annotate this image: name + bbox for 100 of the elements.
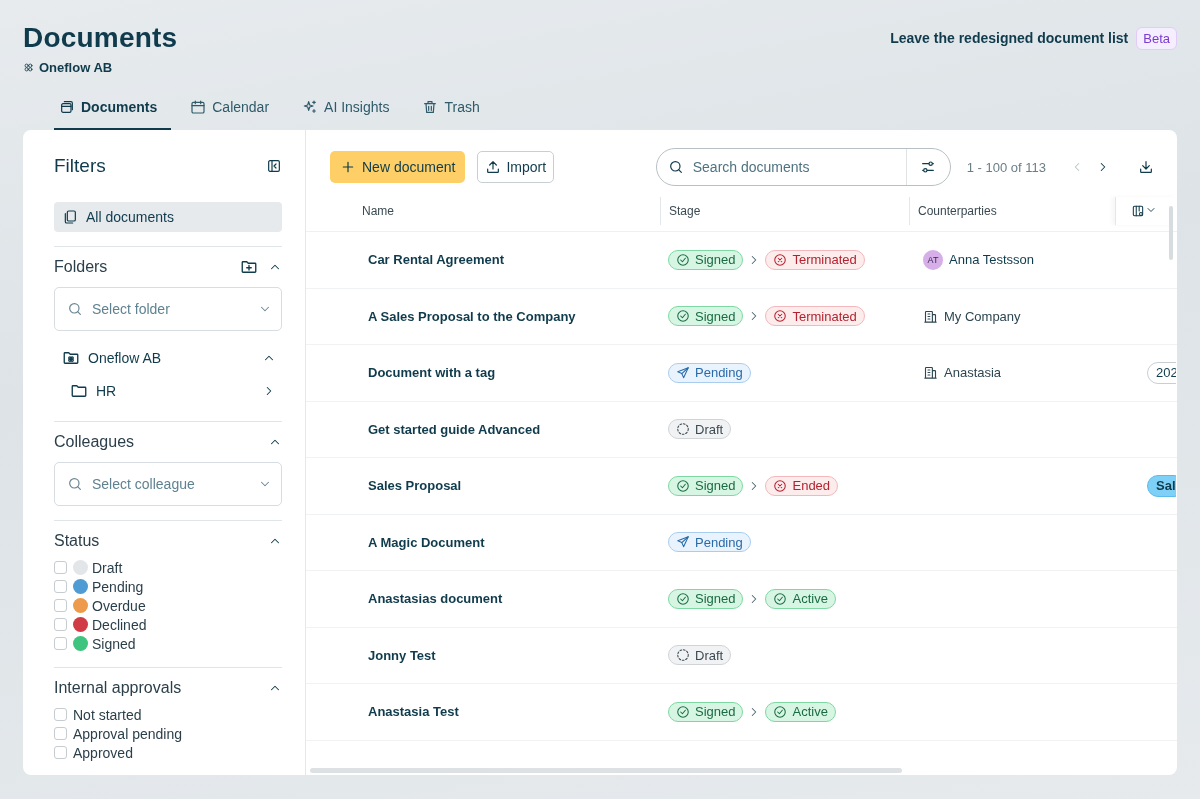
stage-pill: Signed xyxy=(668,249,744,270)
tab[interactable]: AI Insights xyxy=(297,86,404,130)
building-icon xyxy=(923,308,938,324)
stage-pill: Pending xyxy=(668,532,751,553)
add-folder-button[interactable] xyxy=(240,258,258,276)
upload-icon xyxy=(485,159,502,175)
column-header: Name xyxy=(362,204,394,218)
page-title: Documents xyxy=(23,22,178,54)
document-name[interactable]: Car Rental Agreement xyxy=(306,252,660,268)
new-document-button[interactable]: New document xyxy=(330,151,466,183)
checkbox[interactable] xyxy=(54,618,67,631)
leave-redesign-link[interactable]: Leave the redesigned document list xyxy=(890,30,1129,46)
counterparty-name: Anna Testsson xyxy=(949,252,1035,268)
checkbox-label: Overdue xyxy=(92,597,146,614)
column-header: Counterparties xyxy=(918,204,997,218)
counterparty-name: Anastasia xyxy=(944,365,1002,381)
document-name[interactable]: Jonny Test xyxy=(306,647,660,663)
import-button[interactable]: Import xyxy=(477,151,555,183)
document-name[interactable]: A Sales Proposal to the Company xyxy=(306,308,660,324)
document-name[interactable]: Anastasia Test xyxy=(306,704,660,720)
stage-pill: Terminated xyxy=(765,306,865,327)
stage-pill: Signed xyxy=(668,701,744,722)
filter-sliders-icon xyxy=(920,159,937,175)
checkbox-label: Declined xyxy=(92,616,147,633)
filters-title: Filters xyxy=(54,155,106,177)
stage-pill: Active xyxy=(765,588,836,609)
stage-pill: Ended xyxy=(765,475,839,496)
checkbox[interactable] xyxy=(54,727,67,740)
checkbox[interactable] xyxy=(54,708,67,721)
check-circle-icon xyxy=(676,591,690,606)
check-circle-icon xyxy=(773,591,788,606)
checkbox-label: Draft xyxy=(92,559,123,576)
workspace-icon xyxy=(23,62,34,73)
plus-icon xyxy=(340,159,356,175)
search-icon xyxy=(67,301,83,317)
x-circle-icon xyxy=(773,252,788,267)
stage-pill: Signed xyxy=(668,475,744,496)
document-name[interactable]: Anastasias document xyxy=(306,591,660,607)
check-circle-icon xyxy=(676,704,690,719)
column-header: Stage xyxy=(669,204,701,218)
check-circle-icon xyxy=(676,309,690,324)
document-name[interactable]: Document with a tag xyxy=(306,365,660,381)
checkbox[interactable] xyxy=(54,561,67,574)
stage-pill: Active xyxy=(765,701,836,722)
stage-pill: Draft xyxy=(668,419,732,440)
column-picker-button[interactable] xyxy=(1131,204,1157,218)
dashed-circle-icon xyxy=(676,422,690,437)
section-title: Status xyxy=(54,532,100,550)
download-button[interactable] xyxy=(1138,159,1154,175)
calendar-icon xyxy=(190,99,207,115)
all-documents-item[interactable]: All documents xyxy=(54,202,282,232)
folder-item[interactable]: Oneflow AB xyxy=(54,341,282,374)
stage-pill: Signed xyxy=(668,588,744,609)
checkbox[interactable] xyxy=(54,637,67,650)
pagination-text: 1 - 100 of 113 xyxy=(966,159,1046,175)
documents-copy-icon xyxy=(62,209,78,225)
select-field[interactable]: Select folder xyxy=(54,287,282,331)
tab[interactable]: Calendar xyxy=(185,86,284,130)
x-circle-icon xyxy=(773,309,788,324)
checkbox[interactable] xyxy=(54,599,67,612)
section-title: Internal approvals xyxy=(54,679,182,697)
x-circle-icon xyxy=(773,478,788,493)
add-folder-icon xyxy=(240,258,258,276)
stage-pill: Signed xyxy=(668,306,744,327)
check-circle-icon xyxy=(676,478,690,493)
tag: Sal xyxy=(1147,474,1176,497)
checkbox-label: Signed xyxy=(92,635,136,652)
checkbox[interactable] xyxy=(54,746,67,759)
building-icon xyxy=(923,365,938,381)
send-icon xyxy=(676,535,690,550)
checkbox-label: Approved xyxy=(73,744,133,761)
document-name[interactable]: A Magic Document xyxy=(306,534,660,550)
checkbox[interactable] xyxy=(54,580,67,593)
stage-pill: Pending xyxy=(668,362,751,383)
search-icon xyxy=(667,159,684,175)
dashed-circle-icon xyxy=(676,648,690,663)
workspace-name: Oneflow AB xyxy=(39,60,113,75)
send-icon xyxy=(676,365,690,380)
section-title: Colleagues xyxy=(54,433,135,451)
checkbox-label: Approval pending xyxy=(73,725,182,742)
check-circle-icon xyxy=(676,252,690,267)
search-icon xyxy=(67,476,83,492)
stage-pill: Draft xyxy=(668,645,732,666)
columns-settings-icon xyxy=(1131,204,1145,218)
beta-badge: Beta xyxy=(1136,26,1177,50)
tab[interactable]: Trash xyxy=(417,86,494,130)
collapse-panel-icon xyxy=(266,158,282,174)
search-field[interactable]: Search documents xyxy=(655,148,951,186)
stage-pill: Terminated xyxy=(765,249,865,270)
section-title: Folders xyxy=(54,258,108,276)
documents-icon xyxy=(59,99,75,115)
collapse-panel-button[interactable] xyxy=(266,158,282,174)
document-name[interactable]: Sales Proposal xyxy=(306,478,660,494)
avatar: AT xyxy=(923,249,943,270)
folder-item[interactable]: HR xyxy=(54,374,282,407)
checkbox-label: Not started xyxy=(73,706,142,723)
trash-icon xyxy=(422,99,439,115)
sparkle-icon xyxy=(302,99,319,115)
select-field[interactable]: Select colleague xyxy=(54,462,282,506)
document-name[interactable]: Get started guide Advanced xyxy=(306,421,660,437)
